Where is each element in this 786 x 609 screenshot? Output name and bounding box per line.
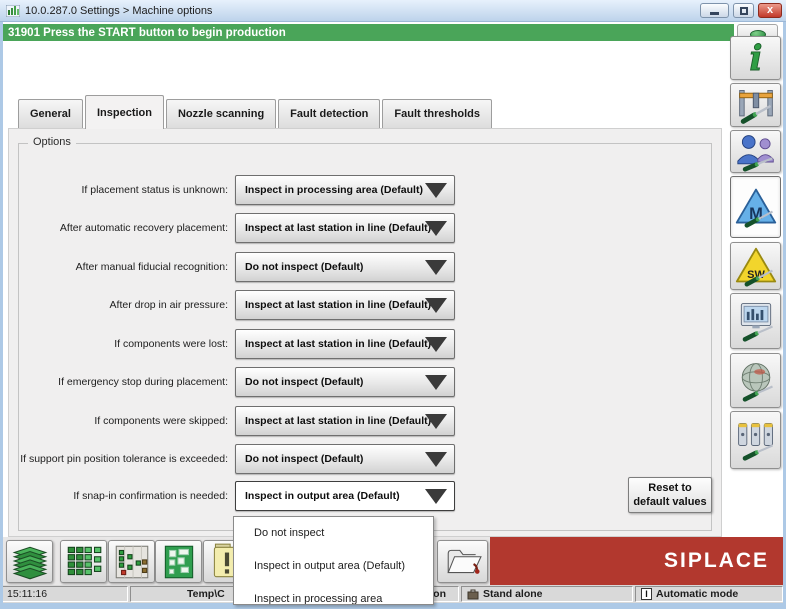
dropdown-support-pin[interactable]: Do not inspect (Default) xyxy=(235,444,455,474)
window-title: 10.0.287.0 Settings > Machine options xyxy=(25,4,213,17)
option-label: If emergency stop during placement: xyxy=(58,376,228,388)
window-frame-left xyxy=(0,22,3,609)
station-settings-icon xyxy=(737,423,773,461)
open-folder-icon xyxy=(446,549,482,574)
option-label: If support pin position tolerance is exc… xyxy=(20,453,228,465)
dropdown-option-processing-area[interactable]: Inspect in processing area xyxy=(234,583,433,604)
feeder-status-button[interactable] xyxy=(108,540,155,583)
component-grid-icon xyxy=(67,546,101,575)
option-row: If support pin position tolerance is exc… xyxy=(0,444,722,474)
close-icon: x xyxy=(766,4,774,16)
sidebar-network-settings-button[interactable] xyxy=(730,353,781,408)
chevron-down-icon xyxy=(425,337,447,352)
options-group-label: Options xyxy=(28,136,76,148)
status-standalone: Stand alone xyxy=(461,586,633,602)
tab-strip: General Inspection Nozzle scanning Fault… xyxy=(18,95,494,129)
settings-window: 10.0.287.0 Settings > Machine options x … xyxy=(0,0,786,609)
minimize-icon xyxy=(710,11,719,15)
dropdown-components-skipped[interactable]: Inspect at last station in line (Default… xyxy=(235,406,455,436)
option-label: If components were lost: xyxy=(114,338,228,350)
option-label: If placement status is unknown: xyxy=(81,184,229,196)
option-row: If components were skipped: Inspect at l… xyxy=(0,406,722,436)
tab-fault-thresholds[interactable]: Fault thresholds xyxy=(382,99,492,128)
maximize-button[interactable] xyxy=(733,3,754,18)
maximize-icon xyxy=(739,6,748,15)
board-stack-button[interactable] xyxy=(6,540,53,583)
sidebar-info-button[interactable]: i xyxy=(730,36,781,80)
pcb-layout-button[interactable] xyxy=(155,540,202,583)
chevron-down-icon xyxy=(425,414,447,429)
monitor-settings-icon xyxy=(740,303,773,342)
option-label: If snap-in confirmation is needed: xyxy=(73,490,228,502)
option-row: If components were lost: Inspect at last… xyxy=(0,329,722,359)
board-stack-icon xyxy=(12,546,47,579)
status-path-fragment-left: Temp\C xyxy=(187,588,225,600)
dropdown-snap-in-confirmation[interactable]: Inspect in output area (Default) xyxy=(235,481,455,511)
app-icon xyxy=(6,4,20,17)
dropdown-option-output-area[interactable]: Inspect in output area (Default) xyxy=(234,550,433,583)
chevron-down-icon xyxy=(425,452,447,467)
user-setup-icon xyxy=(736,134,774,172)
chevron-down-icon xyxy=(425,489,447,504)
dropdown-popup: Do not inspect Inspect in output area (D… xyxy=(233,516,434,605)
chevron-down-icon xyxy=(425,298,447,313)
dropdown-manual-fiducial[interactable]: Do not inspect (Default) xyxy=(235,252,455,282)
tab-inspection[interactable]: Inspection xyxy=(84,95,164,129)
close-button[interactable]: x xyxy=(758,3,782,18)
status-mode: I Automatic mode xyxy=(635,586,783,602)
reset-defaults-button[interactable]: Reset to default values xyxy=(628,477,712,513)
status-message-text: 31901 Press the START button to begin pr… xyxy=(8,26,286,39)
dropdown-air-pressure[interactable]: Inspect at last station in line (Default… xyxy=(235,290,455,320)
option-row: If placement status is unknown: Inspect … xyxy=(0,175,722,205)
chevron-down-icon xyxy=(425,183,447,198)
machine-setup-icon xyxy=(738,90,773,124)
option-label: If components were skipped: xyxy=(94,415,228,427)
dropdown-emergency-stop[interactable]: Do not inspect (Default) xyxy=(235,367,455,397)
open-folder-button[interactable] xyxy=(437,540,488,583)
dropdown-components-lost[interactable]: Inspect at last station in line (Default… xyxy=(235,329,455,359)
option-row: After manual fiducial recognition: Do no… xyxy=(0,252,722,282)
option-label: After drop in air pressure: xyxy=(109,299,228,311)
tab-nozzle-scanning[interactable]: Nozzle scanning xyxy=(165,99,277,128)
option-row: If emergency stop during placement: Do n… xyxy=(0,367,722,397)
sidebar-user-setup-button[interactable] xyxy=(730,130,781,173)
option-label: After automatic recovery placement: xyxy=(59,222,228,234)
sidebar-software-options-button[interactable]: SW xyxy=(730,242,781,290)
dropdown-placement-status[interactable]: Inspect in processing area (Default) xyxy=(235,175,455,205)
option-row: After drop in air pressure: Inspect at l… xyxy=(0,290,722,320)
feeder-status-icon xyxy=(115,545,148,578)
sidebar-station-settings-button[interactable] xyxy=(730,411,781,469)
brand-logo: SIPLACE xyxy=(663,549,769,572)
tab-general[interactable]: General xyxy=(18,99,83,128)
minimize-button[interactable] xyxy=(700,3,729,18)
status-message-bar: 31901 Press the START button to begin pr… xyxy=(0,24,734,41)
pcb-layout-icon xyxy=(164,545,193,578)
machine-options-icon: M xyxy=(735,188,776,228)
title-bar: 10.0.287.0 Settings > Machine options x xyxy=(0,0,786,22)
component-grid-button[interactable] xyxy=(60,540,107,583)
network-settings-icon xyxy=(741,362,773,402)
software-options-icon: SW xyxy=(735,247,776,287)
svg-text:i: i xyxy=(749,39,762,78)
window-controls: x xyxy=(700,3,782,18)
chevron-down-icon xyxy=(425,375,447,390)
status-time: 15:11:16 xyxy=(2,586,128,602)
sidebar-monitor-settings-button[interactable] xyxy=(730,293,781,349)
chevron-down-icon xyxy=(425,260,447,275)
tab-fault-detection[interactable]: Fault detection xyxy=(278,99,381,128)
sidebar-machine-setup-button[interactable] xyxy=(730,83,781,127)
option-label: After manual fiducial recognition: xyxy=(75,261,228,273)
dropdown-option-do-not-inspect[interactable]: Do not inspect xyxy=(234,517,433,550)
sidebar-machine-options-button[interactable]: M xyxy=(730,176,781,238)
option-row: After automatic recovery placement: Insp… xyxy=(0,213,722,243)
chevron-down-icon xyxy=(425,221,447,236)
stand-alone-icon xyxy=(467,589,479,599)
dropdown-auto-recovery[interactable]: Inspect at last station in line (Default… xyxy=(235,213,455,243)
option-row: If snap-in confirmation is needed: Inspe… xyxy=(0,481,722,511)
brand-banner: SIPLACE xyxy=(490,537,783,585)
automatic-mode-icon: I xyxy=(641,588,652,600)
info-icon: i xyxy=(748,38,762,78)
